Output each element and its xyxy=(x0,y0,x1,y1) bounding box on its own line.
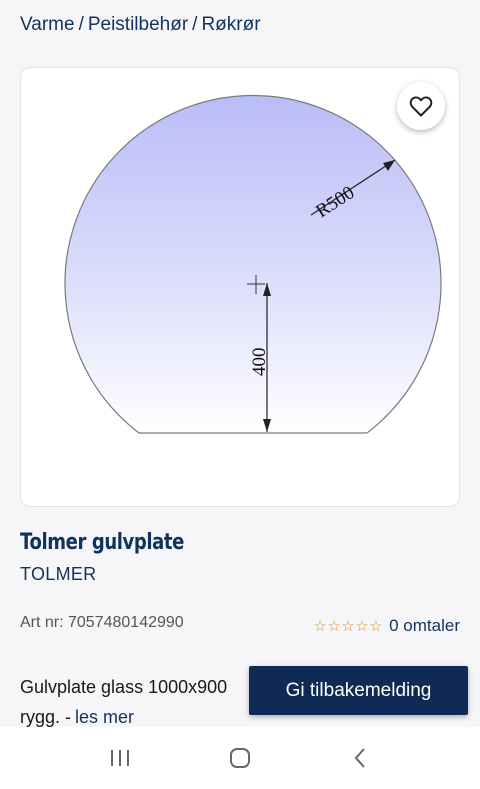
home-icon xyxy=(230,748,250,768)
nav-back-button[interactable] xyxy=(330,733,390,783)
glass-plate-shape xyxy=(64,94,442,434)
product-image: R500 400 xyxy=(64,94,442,434)
breadcrumb-separator: / xyxy=(192,14,198,35)
rating-summary[interactable]: ☆☆☆☆☆ 0 omtaler xyxy=(313,616,460,636)
back-icon xyxy=(354,748,365,768)
star-rating-icon: ☆☆☆☆☆ xyxy=(313,618,384,635)
breadcrumb-item-rokror[interactable]: Røkrør xyxy=(201,14,260,35)
breadcrumb-item-varme[interactable]: Varme xyxy=(20,14,75,35)
product-title: Tolmer gulvplate xyxy=(20,530,184,555)
breadcrumb: Varme / Peistilbehør / Røkrør xyxy=(20,14,261,36)
nav-recents-button[interactable] xyxy=(90,733,150,783)
system-navigation-bar xyxy=(0,727,480,789)
product-image-card[interactable]: R500 400 xyxy=(20,67,460,507)
breadcrumb-item-peistilbehor[interactable]: Peistilbehør xyxy=(88,14,188,35)
feedback-button[interactable]: Gi tilbakemelding xyxy=(249,666,468,715)
article-number: Art nr: 7057480142990 xyxy=(20,614,184,631)
read-more-link[interactable]: les mer xyxy=(75,707,134,727)
nav-home-button[interactable] xyxy=(210,733,270,783)
description-text-line2: rygg. - xyxy=(20,707,72,727)
description-text-line1: Gulvplate glass 1000x900 xyxy=(20,677,228,697)
breadcrumb-separator: / xyxy=(78,14,84,35)
product-brand[interactable]: TOLMER xyxy=(20,564,96,585)
favorite-button[interactable] xyxy=(397,82,445,130)
height-label: 400 xyxy=(249,348,270,377)
recents-icon xyxy=(111,750,129,766)
heart-outline-icon xyxy=(409,96,433,117)
reviews-count: 0 omtaler xyxy=(389,616,460,635)
